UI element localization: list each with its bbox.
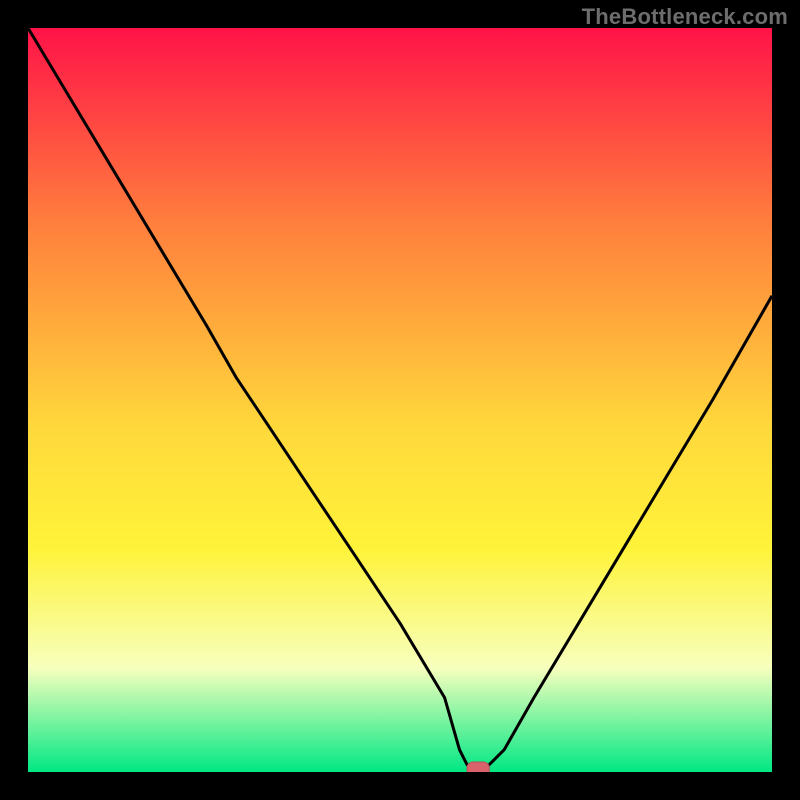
- watermark-text: TheBottleneck.com: [582, 4, 788, 30]
- optimal-marker: [28, 28, 772, 772]
- marker-rect: [467, 762, 489, 772]
- plot-area: [28, 28, 772, 772]
- chart-frame: TheBottleneck.com: [0, 0, 800, 800]
